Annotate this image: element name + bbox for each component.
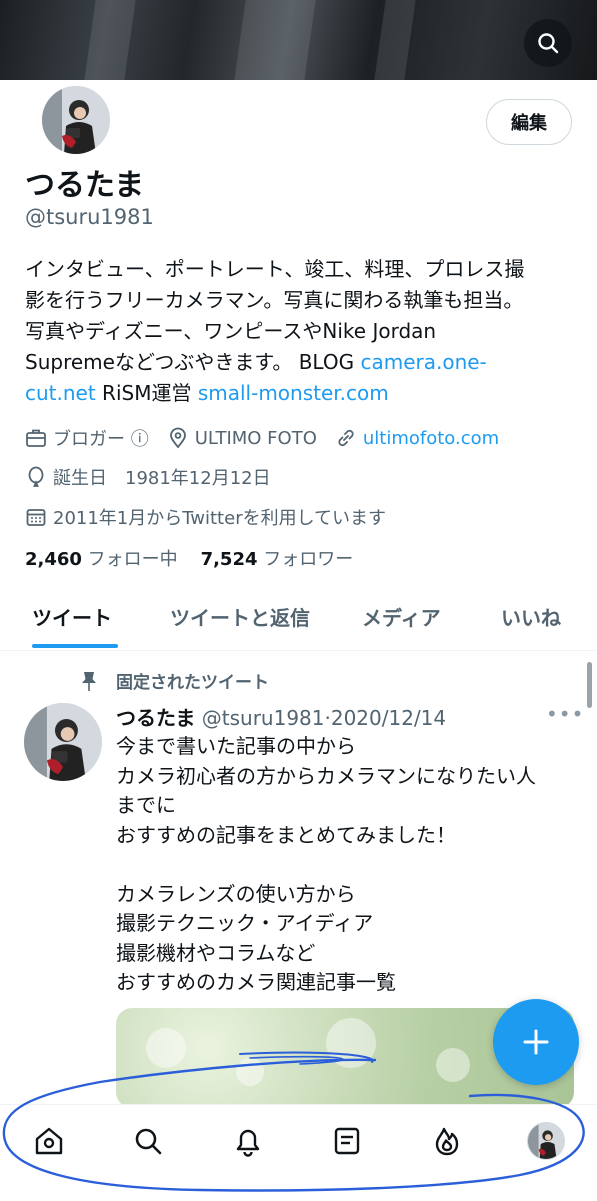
link-icon [335,427,357,449]
active-tab-indicator [32,644,118,648]
flame-icon [435,1127,459,1156]
search-icon [538,33,559,54]
calendar-icon [25,506,47,528]
profile-meta-row-3: 2011年1月からTwitterを利用しています [25,504,386,530]
profile-birthday: 誕生日 1981年12月12日 [53,468,271,489]
profile-location: ULTIMO FOTO [194,427,317,449]
tweet-author-avatar[interactable] [24,703,102,781]
briefcase-icon [25,427,47,449]
followers-link[interactable]: 7,524 フォロワー [201,549,354,570]
tab-media[interactable]: メディア [362,602,441,631]
plus-icon [523,1029,549,1055]
search-icon [135,1128,162,1155]
following-link[interactable]: 2,460 フォロー中 [25,549,178,570]
tweet-date[interactable]: ·2020/12/14 [325,706,447,730]
nav-notifications[interactable] [228,1121,268,1161]
nav-profile[interactable] [526,1121,566,1161]
nav-articles[interactable] [327,1121,367,1161]
balloon-icon [25,466,47,488]
profile-banner[interactable] [0,0,597,80]
more-options-icon[interactable]: ••• [546,702,584,726]
nav-explore[interactable] [128,1121,168,1161]
follow-stats: 2,460 フォロー中 7,524 フォロワー [25,545,353,571]
article-icon [334,1127,360,1155]
home-icon [35,1127,63,1155]
bio-link-blog[interactable]: camera.one- [360,350,486,374]
bio: インタビュー、ポートレート、竣工、料理、プロレス撮 影を行うフリーカメラマン。写… [25,257,525,405]
profile-avatar[interactable] [38,82,114,158]
bottom-navigation [0,1104,597,1201]
nav-trending[interactable] [427,1121,467,1161]
profile-tabs: ツイート ツイートと返信 メディア いいね [0,594,597,648]
tab-tweets[interactable]: ツイート [32,602,112,631]
avatar [527,1122,565,1160]
bio-link-blog-cont[interactable]: cut.net [25,381,96,405]
profile-category[interactable]: ブロガー ⓘ [53,425,149,451]
bio-link-rism[interactable]: small-monster.com [198,381,389,405]
display-name: つるたま [25,168,145,203]
scrollbar[interactable] [587,662,592,708]
tweet-author-handle[interactable]: @tsuru1981 [202,706,325,730]
tab-likes[interactable]: いいね [501,602,561,631]
edit-profile-button[interactable]: 編集 [486,99,572,145]
profile-website-link[interactable]: ultimofoto.com [363,428,499,449]
profile-meta-row-1: ブロガー ⓘ ULTIMO FOTO ultimofoto.com [25,425,499,451]
tweet-author-name[interactable]: つるたま [116,706,195,730]
divider [0,650,597,651]
handle: @tsuru1981 [25,205,154,229]
bell-icon [236,1129,260,1157]
compose-tweet-button[interactable] [493,999,579,1085]
pinned-label: 固定されたツイート [80,668,269,693]
nav-home[interactable] [29,1121,69,1161]
tab-tweets-and-replies[interactable]: ツイートと返信 [170,602,310,631]
tweet-header: つるたま @tsuru1981·2020/12/14 [116,702,446,731]
profile-joined: 2011年1月からTwitterを利用しています [53,508,387,529]
tweet-text: 今まで書いた記事の中から カメラ初心者の方からカメラマンになりたい人 までに お… [116,734,536,994]
pin-icon [80,670,102,692]
profile-meta-row-2: 誕生日 1981年12月12日 [25,464,271,490]
search-button[interactable] [524,19,572,67]
location-pin-icon [167,427,189,449]
